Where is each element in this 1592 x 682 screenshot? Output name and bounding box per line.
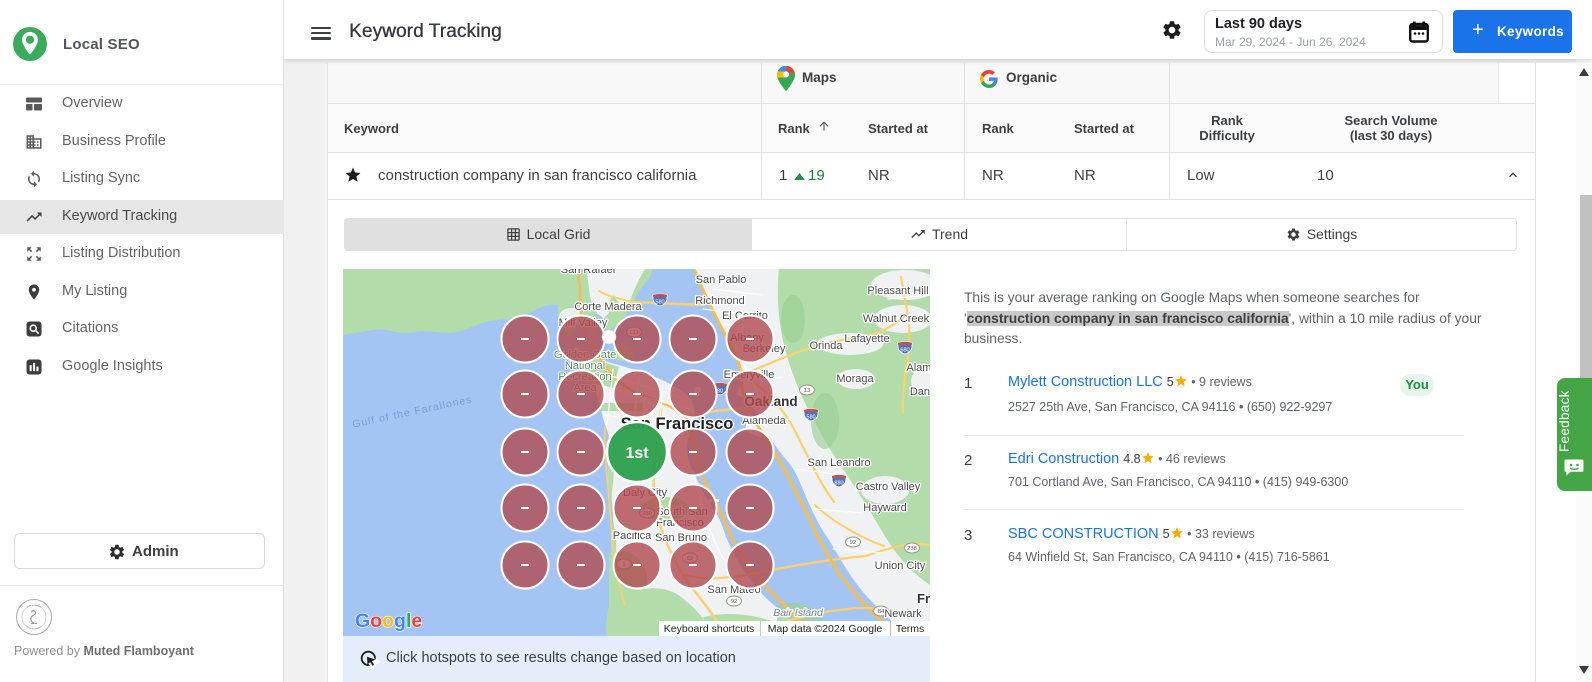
svg-text:Newark: Newark [884,608,922,620]
svg-text:Fr: Fr [917,591,930,606]
svg-text:Richmond: Richmond [695,295,745,307]
svg-text:Orinda: Orinda [809,340,843,352]
svg-text:Map data ©2024 Google: Map data ©2024 Google [768,623,883,635]
svg-text:580: 580 [806,414,815,420]
svg-text:238: 238 [907,546,917,552]
svg-text:92: 92 [850,540,856,546]
svg-text:San Leandro: San Leandro [808,457,871,469]
svg-text:Corte Madera: Corte Madera [574,301,642,313]
svg-text:Bair Island: Bair Island [773,607,824,619]
svg-text:880: 880 [834,480,843,486]
svg-text:Terms: Terms [896,623,925,635]
svg-text:Lafayette: Lafayette [844,333,889,345]
svg-text:Moraga: Moraga [836,373,874,385]
svg-text:580: 580 [655,299,664,305]
svg-text:13: 13 [804,388,810,394]
svg-text:Pleasant Hill: Pleasant Hill [867,285,928,297]
svg-text:80: 80 [717,388,723,394]
svg-text:San Rafael: San Rafael [561,269,615,276]
svg-text:680: 680 [900,347,909,353]
svg-text:Walnut Creek: Walnut Creek [863,313,930,325]
svg-text:Dan: Dan [910,386,930,398]
svg-text:Google: Google [355,610,422,632]
svg-text:San Pablo: San Pablo [696,274,747,286]
svg-text:Alamo: Alamo [906,362,930,374]
svg-text:Hayward: Hayward [863,502,906,514]
svg-text:1st: 1st [625,445,649,462]
svg-text:Union City: Union City [875,560,926,572]
svg-text:Castro Valley: Castro Valley [856,481,921,493]
svg-text:92: 92 [731,599,737,605]
svg-text:Keyboard shortcuts: Keyboard shortcuts [664,623,754,635]
